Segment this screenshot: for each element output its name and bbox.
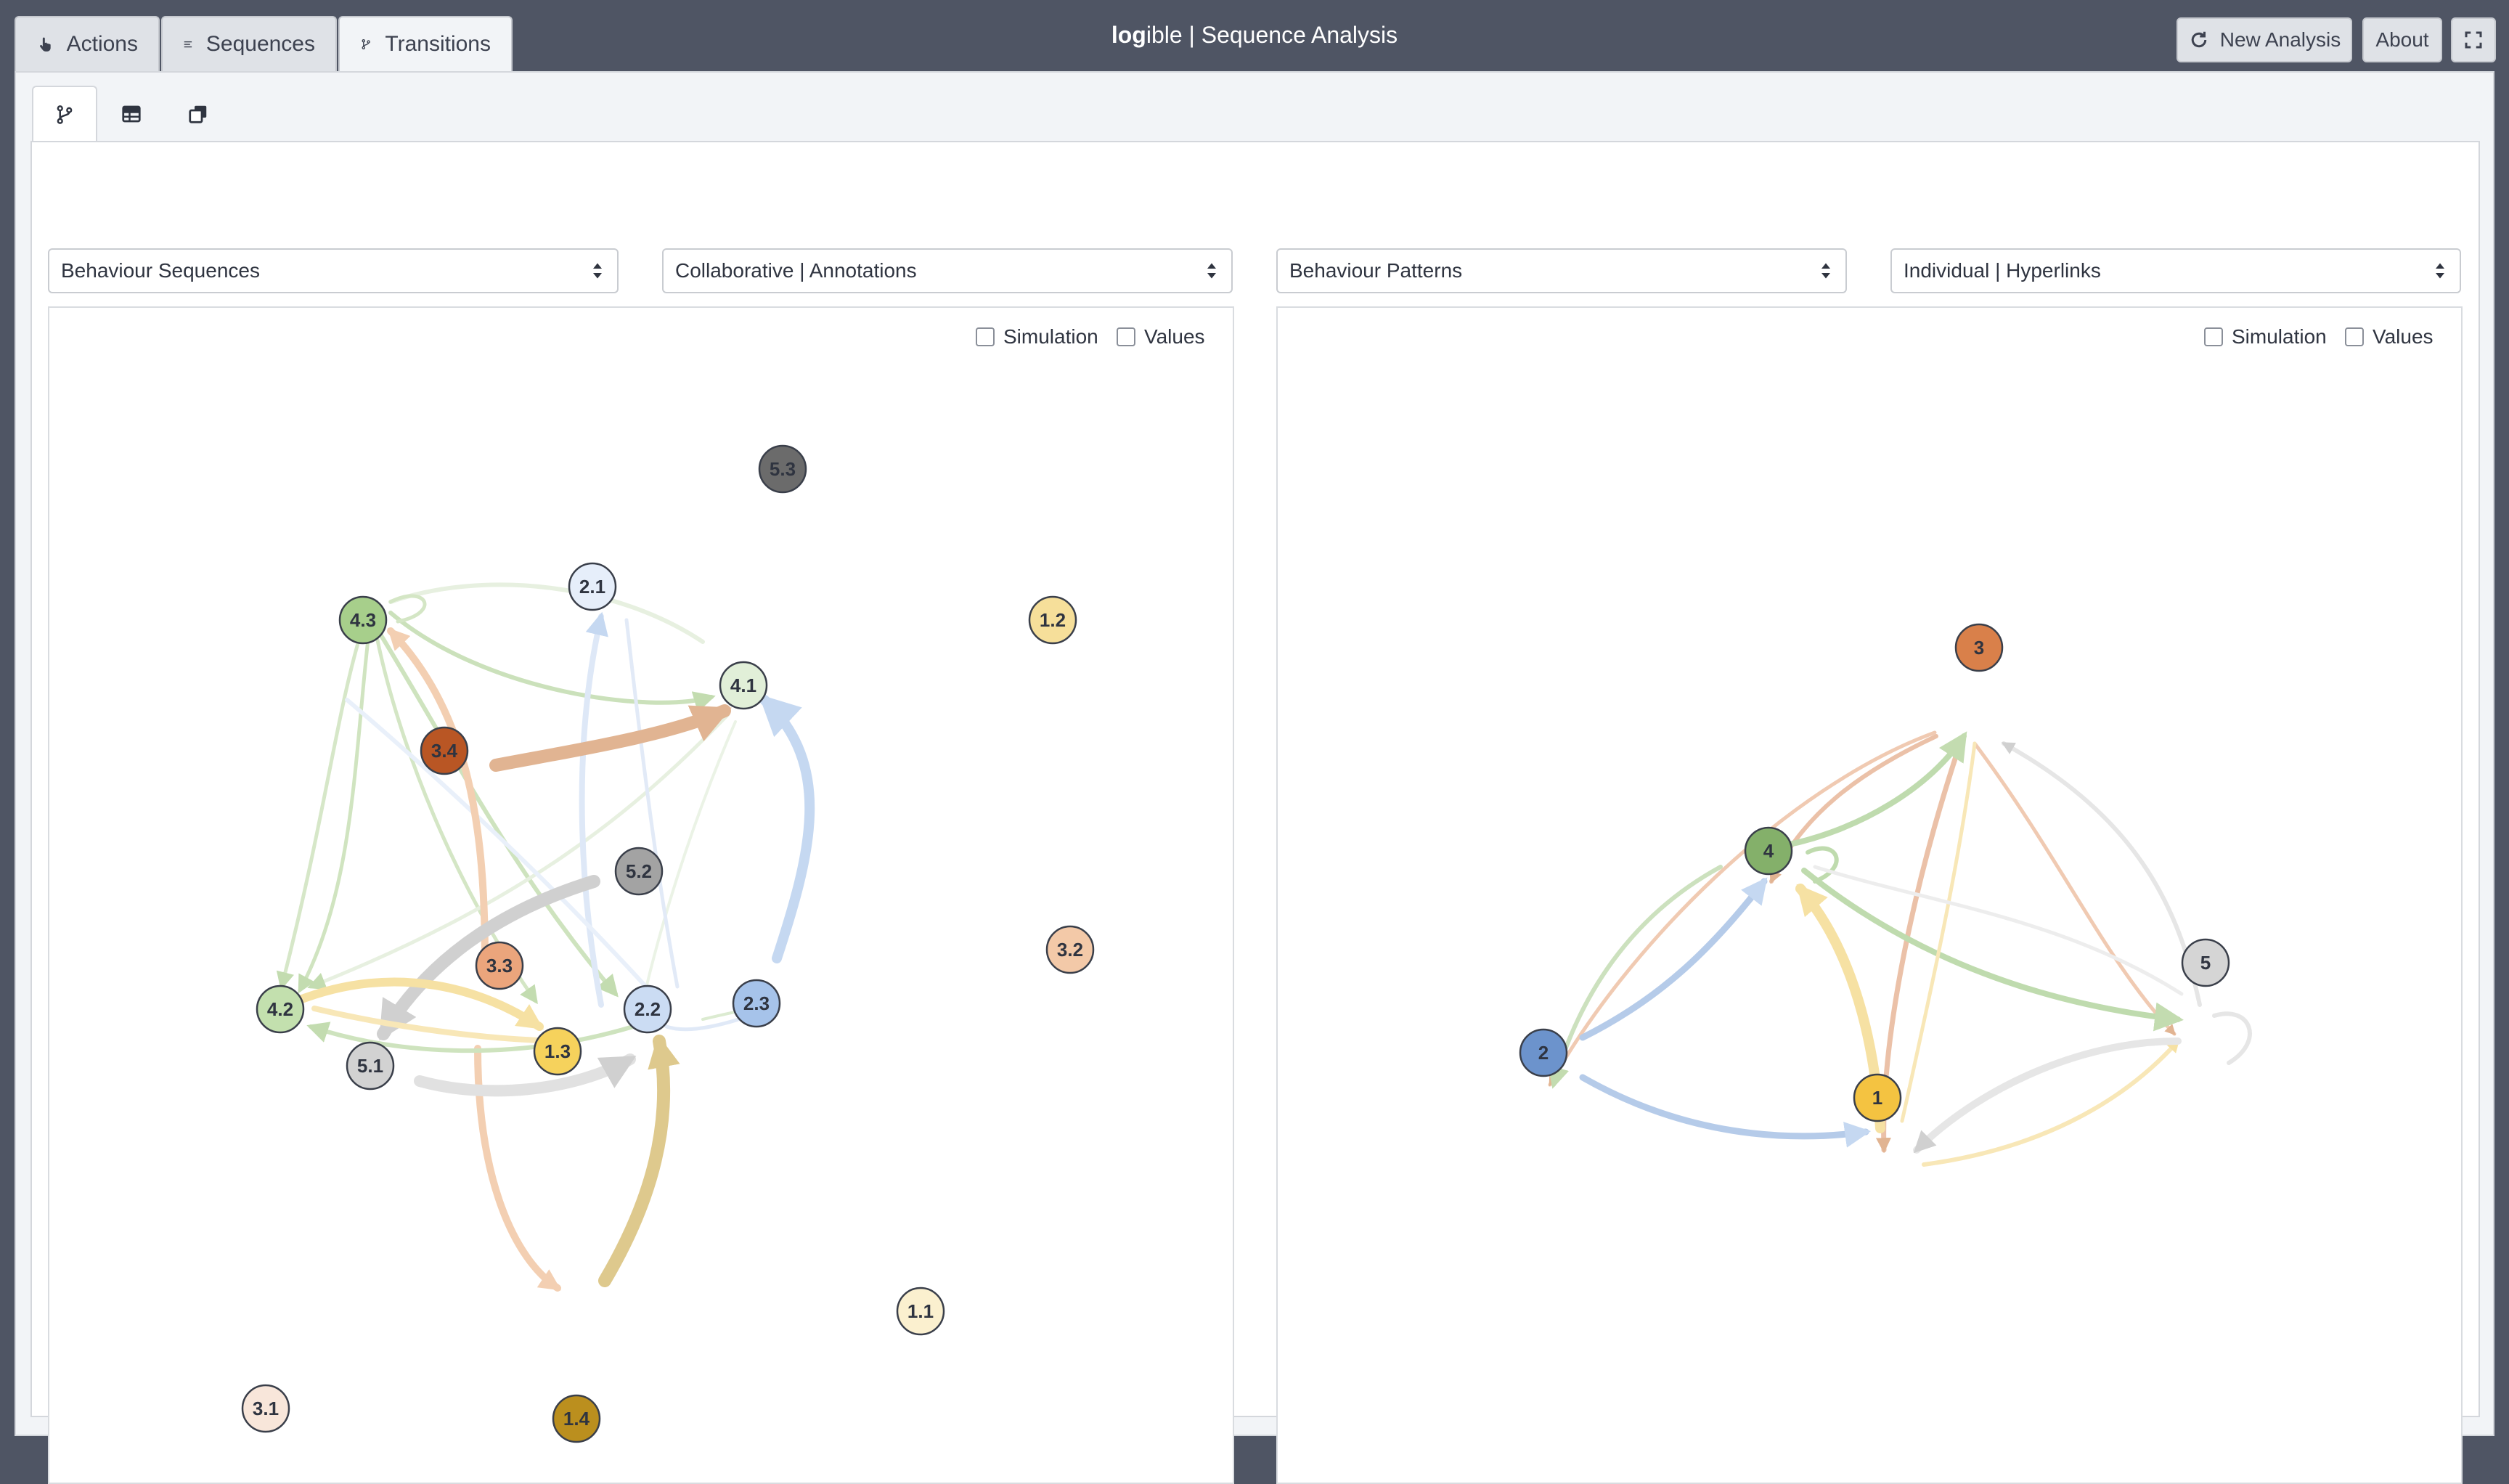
left-graph-panel: Simulation Values 5.3 2.1 1.2 4.3 4.1 3.…: [48, 306, 1234, 1484]
subtab-graph[interactable]: [32, 86, 97, 142]
edge: [414, 1053, 637, 1097]
edge: [1548, 865, 1723, 1089]
state-node-label: 2.2: [635, 998, 661, 1020]
left-sequence-type-select[interactable]: Behaviour Sequences: [48, 248, 619, 293]
right-group-select[interactable]: Individual | Hyperlinks: [1890, 248, 2461, 293]
copy-icon: [189, 105, 207, 123]
right-group-value: Individual | Hyperlinks: [1904, 259, 2101, 282]
chevron-updown-icon: [1207, 263, 1216, 279]
edge: [1579, 1074, 1872, 1148]
state-node-label: 4.1: [730, 674, 756, 696]
edge: [1579, 877, 1768, 1041]
left-nodes: 5.3 2.1 1.2 4.3 4.1 3.4 5.2 3.2 3.3 2.3 4.2 2.2 5.1 1…: [241, 444, 1095, 1443]
state-node-label: 4: [1763, 840, 1774, 862]
edge: [298, 631, 371, 994]
subtab-table[interactable]: [99, 86, 164, 142]
chevron-updown-icon: [593, 263, 602, 279]
subtab-copy[interactable]: [166, 86, 231, 142]
right-sequence-type-value: Behaviour Patterns: [1289, 259, 1463, 282]
state-node-label: 5.1: [357, 1055, 383, 1077]
state-node-label: 1.4: [563, 1408, 590, 1430]
app-title-rest: ible | Sequence Analysis: [1146, 22, 1398, 48]
chevron-updown-icon: [2436, 263, 2444, 279]
state-node-label: 4.3: [350, 609, 376, 631]
chevron-updown-icon: [1821, 263, 1830, 279]
state-node-label: 3.1: [253, 1398, 279, 1419]
state-node-label: 1: [1872, 1087, 1882, 1109]
edge: [2212, 1011, 2252, 1065]
transitions-content: Behaviour Sequences Collaborative | Anno…: [30, 141, 2480, 1484]
about-button[interactable]: About: [2362, 17, 2442, 62]
state-node-label: 5.3: [770, 458, 796, 480]
left-transition-graph[interactable]: 5.3 2.1 1.2 4.3 4.1 3.4 5.2 3.2 3.3 2.3 4.2 2.2 5.1 1…: [49, 308, 1233, 1483]
edge: [598, 1035, 680, 1287]
expand-icon: [2465, 31, 2482, 49]
edge: [758, 694, 815, 963]
edge: [1972, 741, 2176, 1036]
branch-icon: [57, 105, 73, 124]
state-node-label: 5: [2200, 952, 2211, 974]
state-node-label: 3.2: [1057, 939, 1083, 961]
state-node-label: 2.3: [743, 992, 770, 1014]
edge: [1922, 1039, 2180, 1167]
state-node-label: 3.4: [431, 740, 458, 762]
right-transition-graph[interactable]: 3 4 5 2 1: [1278, 308, 2461, 1483]
state-node-label: 1.2: [1040, 609, 1066, 631]
table-icon: [122, 105, 141, 123]
new-analysis-label: New Analysis: [2219, 28, 2341, 51]
left-group-select[interactable]: Collaborative | Annotations: [662, 248, 1233, 293]
edge: [2001, 741, 2202, 1007]
state-node-label: 1.3: [544, 1040, 571, 1062]
edge: [1900, 741, 1977, 1123]
main-panel: Behaviour Sequences Collaborative | Anno…: [15, 71, 2494, 1484]
state-node-label: 1.1: [907, 1300, 934, 1322]
edge: [489, 704, 732, 772]
state-node-label: 3.3: [486, 955, 513, 977]
state-node-label: 2.1: [579, 576, 605, 598]
state-node-label: 5.2: [626, 860, 652, 882]
new-analysis-button[interactable]: New Analysis: [2176, 17, 2352, 62]
top-bar: Actions Sequences Transitions logible | …: [0, 0, 2509, 73]
about-label: About: [2375, 28, 2429, 51]
app-title-brand: log: [1111, 22, 1146, 48]
state-node-label: 4.2: [267, 998, 293, 1020]
edge: [388, 611, 716, 713]
state-node-label: 2: [1538, 1042, 1549, 1064]
state-node-label: 3: [1974, 637, 1984, 659]
left-sequence-type-value: Behaviour Sequences: [61, 259, 260, 282]
edge: [579, 611, 608, 1008]
left-group-value: Collaborative | Annotations: [675, 259, 917, 282]
app-title: logible | Sequence Analysis: [0, 22, 2509, 49]
edge: [1783, 731, 1967, 848]
fullscreen-button[interactable]: [2451, 17, 2496, 62]
right-graph-panel: Simulation Values 3 4 5 2 1: [1276, 306, 2463, 1484]
refresh-icon: [2191, 31, 2206, 48]
right-sequence-type-select[interactable]: Behaviour Patterns: [1276, 248, 1847, 293]
edge: [388, 582, 705, 644]
